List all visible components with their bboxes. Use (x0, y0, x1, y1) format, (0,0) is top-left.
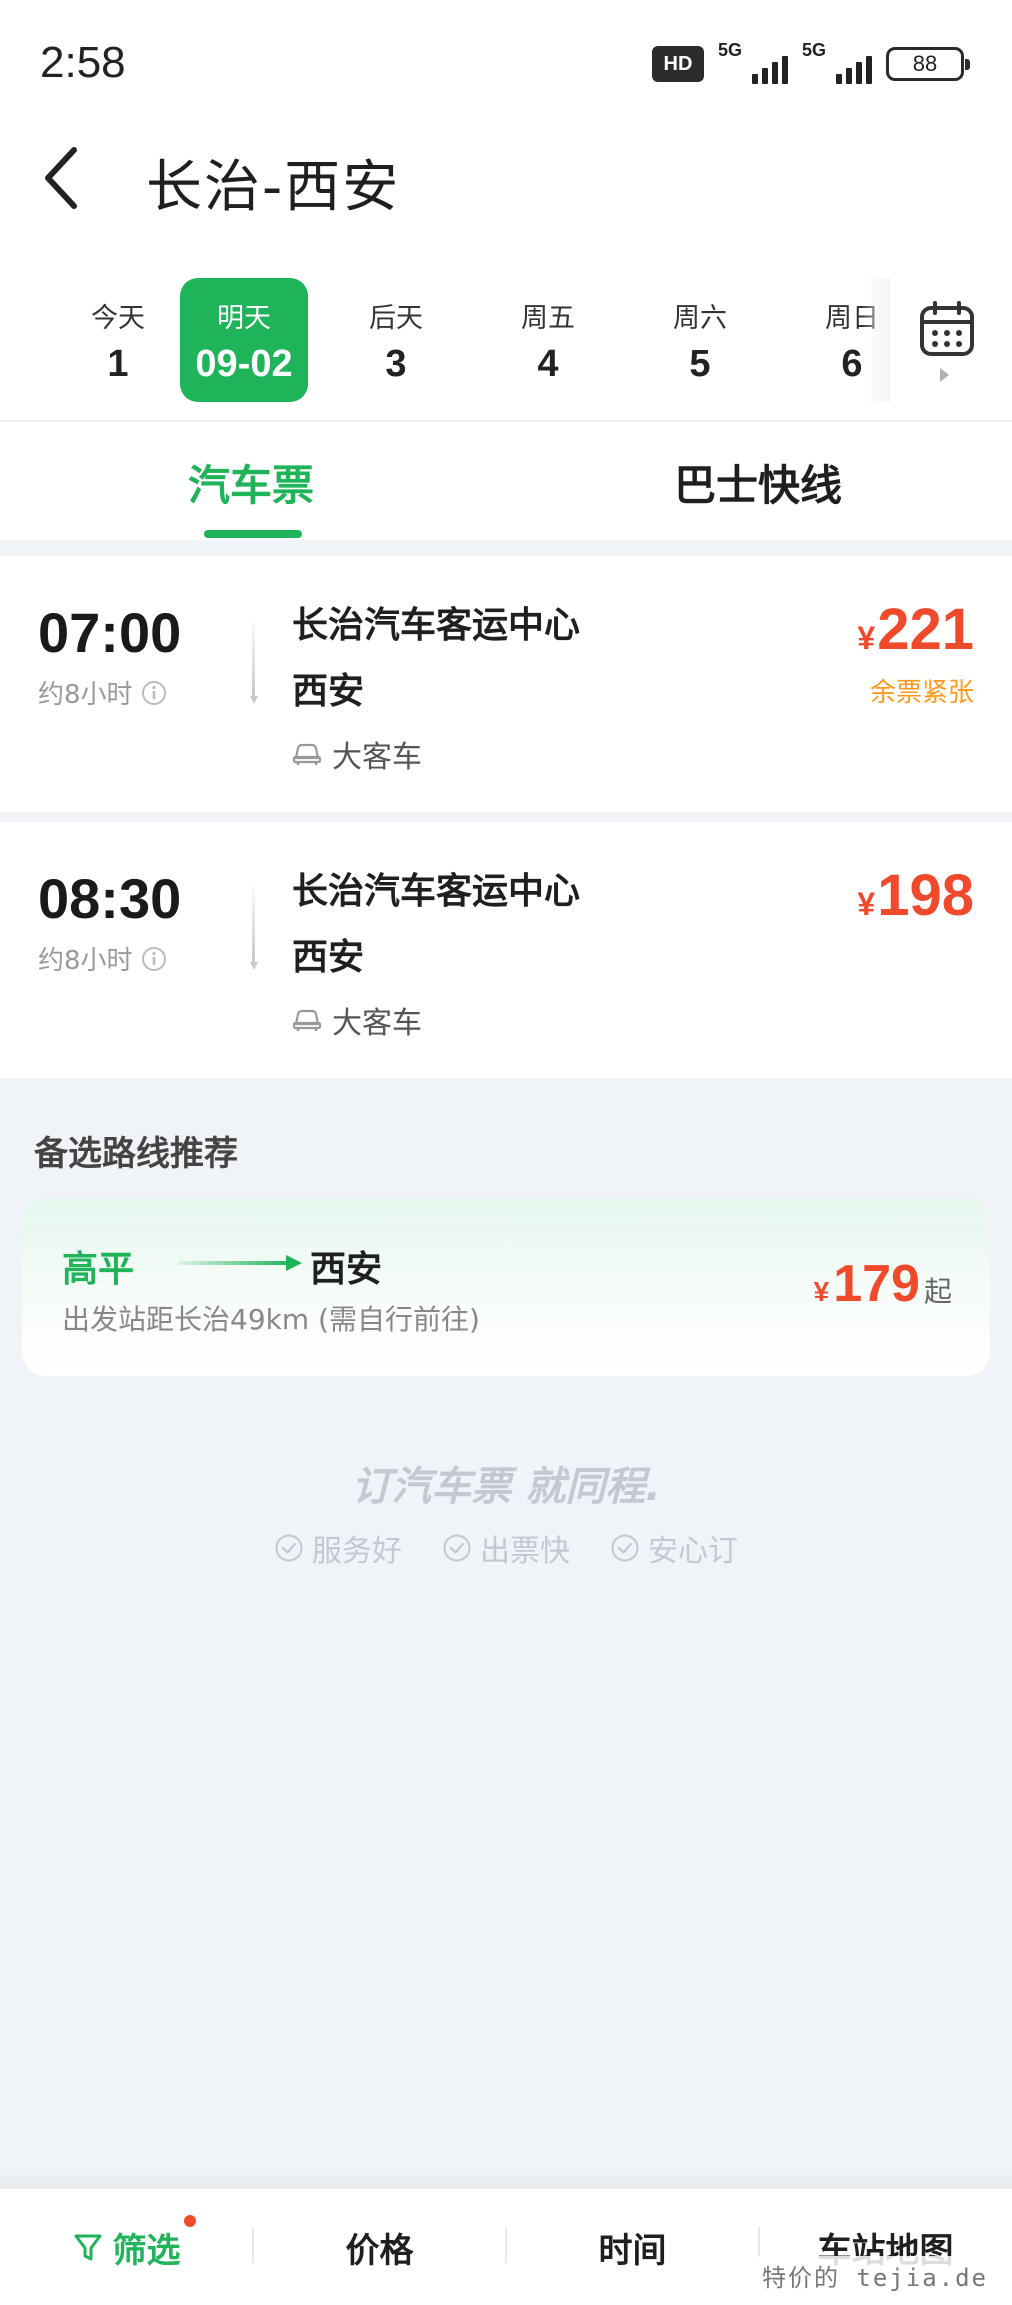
brand-slogan: 订汽车票 就同程. (351, 1464, 661, 1510)
arrow-right-icon (178, 1255, 302, 1271)
status-icons: HD 5G 5G 88 (652, 40, 970, 84)
chevron-left-icon[interactable] (40, 140, 90, 216)
bus-icon (292, 743, 322, 765)
departure-time: 08:30 (38, 867, 182, 930)
page-title: 长治-西安 (146, 155, 401, 220)
date-item-sunday[interactable]: 周日 6 (788, 278, 916, 402)
date-strip: 今天 1 明天 09-02 后天 3 周五 4 周六 5 周日 6 (28, 278, 890, 404)
date-item-friday[interactable]: 周五 4 (484, 278, 612, 402)
date-label: 今天 (91, 303, 145, 334)
tab-express-bus[interactable]: 巴士快线 (674, 452, 842, 513)
trip-card[interactable]: 08:30 约8小时 长治汽车客运中心 西安 大客车 ¥198 (0, 822, 1012, 1078)
network-label: 5G (802, 40, 827, 60)
bus-icon (292, 1009, 322, 1031)
hd-icon: HD (652, 46, 704, 82)
watermark: 特价的 tejia.de (755, 2256, 994, 2295)
trip-duration: 约8小时 (38, 940, 167, 977)
date-label: 周日 (825, 303, 879, 334)
sort-time-button[interactable]: 时间 (506, 2189, 759, 2305)
status-time: 2:58 (40, 38, 126, 87)
trip-price: ¥198 (857, 862, 974, 929)
price-amount: 221 (877, 597, 974, 662)
feature-label: 安心订 (648, 1534, 738, 1569)
duration-text: 约8小时 (38, 946, 133, 976)
date-value: 1 (107, 343, 129, 385)
network-label: 5G (718, 40, 743, 60)
alt-arrival-city: 西安 (310, 1249, 383, 1290)
date-value: 3 (385, 343, 407, 385)
date-item-today[interactable]: 今天 1 (54, 278, 182, 402)
tab-indicator (204, 530, 302, 538)
ticket-availability: 余票紧张 (869, 678, 974, 708)
alternative-route-card[interactable]: 高平 西安 出发站距长治49km (需自行前往) ¥179 起 (22, 1198, 990, 1376)
sort-price-label: 价格 (345, 2231, 414, 2271)
date-item-tomorrow[interactable]: 明天 09-02 (180, 278, 308, 402)
feature-label: 服务好 (312, 1534, 402, 1569)
filter-label: 筛选 (112, 2231, 181, 2271)
departure-time: 07:00 (38, 601, 182, 664)
arrival-station: 西安 (292, 671, 365, 712)
alt-price: ¥179 起 (814, 1254, 952, 1314)
date-label: 周六 (673, 303, 727, 334)
date-label: 周五 (521, 303, 575, 334)
vehicle-type: 大客车 (292, 732, 422, 776)
currency-symbol: ¥ (857, 620, 876, 656)
info-icon[interactable] (141, 680, 167, 706)
date-strip-fade (862, 278, 890, 402)
date-value: 5 (689, 343, 711, 385)
filter-button[interactable]: 筛选 (0, 2189, 253, 2305)
calendar-icon[interactable] (918, 300, 976, 358)
trip-price: ¥221 (857, 596, 974, 663)
vehicle-label: 大客车 (332, 740, 422, 775)
date-item-saturday[interactable]: 周六 5 (636, 278, 764, 402)
date-value: 6 (841, 343, 863, 385)
alternative-section-title: 备选路线推荐 (34, 1134, 238, 1174)
tab-bus-ticket[interactable]: 汽车票 (188, 452, 314, 513)
info-icon[interactable] (141, 946, 167, 972)
check-circle-icon (611, 1534, 639, 1562)
feature-label: 出票快 (480, 1534, 570, 1569)
alt-departure-city: 高平 (62, 1249, 135, 1290)
departure-station: 长治汽车客运中心 (292, 871, 581, 912)
date-label: 明天 (217, 303, 271, 334)
duration-text: 约8小时 (38, 680, 133, 710)
trip-card[interactable]: 07:00 约8小时 长治汽车客运中心 西安 大客车 ¥221 余票紧张 (0, 556, 1012, 812)
signal-icon: 5G (802, 40, 872, 84)
sort-time-label: 时间 (598, 2231, 667, 2271)
signal-icon: 5G (718, 40, 788, 84)
divider (0, 420, 1012, 422)
check-circle-icon (275, 1534, 303, 1562)
price-amount: 198 (877, 863, 974, 928)
route-line (250, 616, 258, 704)
date-label: 后天 (369, 303, 423, 334)
arrival-station: 西安 (292, 937, 365, 978)
notification-dot (184, 2215, 196, 2227)
date-item-day-after[interactable]: 后天 3 (332, 278, 460, 402)
vehicle-type: 大客车 (292, 998, 422, 1042)
funnel-icon (74, 2234, 101, 2260)
trip-duration: 约8小时 (38, 674, 167, 711)
alt-route-note: 出发站距长治49km (需自行前往) (62, 1303, 480, 1336)
feature-item: 服务好 (274, 1526, 402, 1570)
feature-list: 服务好 出票快 安心订 (0, 1526, 1012, 1570)
battery-icon: 88 (886, 47, 970, 81)
feature-item: 出票快 (442, 1526, 570, 1570)
date-value: 09-02 (195, 343, 293, 385)
bottom-toolbar: 筛选 价格 时间 车站地图 特价的 tejia.de (0, 2188, 1012, 2305)
calendar-arrow-icon (940, 368, 949, 382)
check-circle-icon (443, 1534, 471, 1562)
route-line (250, 882, 258, 970)
date-value: 4 (537, 343, 559, 385)
currency-symbol: ¥ (857, 886, 876, 922)
currency-symbol: ¥ (813, 1276, 830, 1307)
status-bar: 2:58 HD 5G 5G 88 (0, 0, 1012, 120)
departure-station: 长治汽车客运中心 (292, 605, 581, 646)
price-amount: 179 (833, 1255, 920, 1313)
bottom-bar-shadow (0, 2166, 1012, 2190)
sort-price-button[interactable]: 价格 (253, 2189, 506, 2305)
vehicle-label: 大客车 (332, 1006, 422, 1041)
feature-item: 安心订 (610, 1526, 738, 1570)
price-suffix: 起 (923, 1275, 952, 1308)
